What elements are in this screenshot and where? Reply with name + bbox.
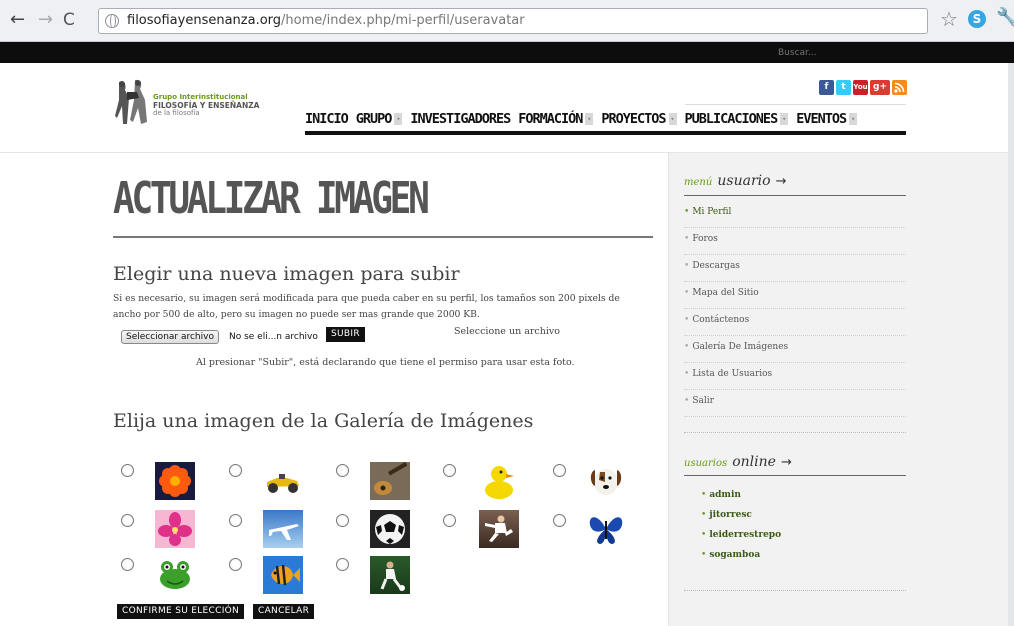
- pink-flower-image[interactable]: [155, 510, 195, 548]
- upload-heading: Elegir una nueva imagen para subir: [113, 263, 460, 285]
- rubber-duck-image[interactable]: [479, 462, 519, 500]
- upload-description: Si es necesario, su imagen será modifica…: [113, 293, 620, 320]
- gallery-radio-butterfly[interactable]: [553, 514, 566, 527]
- dog-image[interactable]: [586, 462, 626, 500]
- forward-arrow-icon[interactable]: →: [38, 9, 53, 31]
- site-topbar: [0, 42, 1014, 63]
- url-text: filosofiayensenanza.org/home/index.php/m…: [127, 13, 525, 28]
- twitter-icon[interactable]: t: [836, 80, 851, 95]
- rss-icon[interactable]: [892, 80, 907, 95]
- arrow-right-icon: →: [775, 174, 787, 189]
- search-input[interactable]: [772, 45, 1008, 60]
- back-arrow-icon[interactable]: ←: [10, 9, 25, 31]
- sidebar-item-mi-perfil[interactable]: • Mi Perfil: [684, 201, 906, 228]
- main-navigation: INICIO GRUPO ▾ INVESTIGADORES FORMACIÓN ▾ …: [305, 107, 906, 135]
- title-divider: [113, 236, 653, 238]
- sidebar-divider: [684, 195, 906, 196]
- nav-item-inicio[interactable]: INICIO: [305, 111, 349, 127]
- address-bar[interactable]: filosofiayensenanza.org/home/index.php/m…: [98, 8, 928, 34]
- arrow-right-icon: →: [781, 455, 792, 470]
- sidebar-divider: [684, 590, 906, 591]
- gallery-radio-rubber-duck[interactable]: [443, 464, 456, 477]
- online-user[interactable]: • admin: [701, 490, 741, 500]
- chevron-down-icon: ▾: [668, 113, 677, 125]
- gallery-radio-soccer-player[interactable]: [336, 558, 349, 571]
- scrollbar[interactable]: [1008, 63, 1014, 626]
- gallery-radio-dog[interactable]: [553, 464, 566, 477]
- guitar-image[interactable]: [370, 462, 410, 500]
- nav-item-proyectos[interactable]: PROYECTOS ▾: [601, 111, 677, 127]
- soccer-player-image[interactable]: [370, 556, 410, 594]
- fish-image[interactable]: [263, 556, 303, 594]
- gallery-radio-toy-car[interactable]: [229, 464, 242, 477]
- logo-figures-icon: [115, 79, 147, 124]
- youtube-icon[interactable]: You: [853, 80, 868, 95]
- site-logo[interactable]: Grupo Interinstitucional FILOSOFÍA Y ENS…: [113, 78, 273, 126]
- globe-icon: [105, 14, 119, 28]
- social-icons: f t You g+: [819, 80, 907, 96]
- sidebar-divider: [684, 475, 906, 476]
- nav-item-investigadores[interactable]: INVESTIGADORES: [410, 111, 511, 127]
- online-user[interactable]: • sogamboa: [701, 550, 760, 560]
- airplane-image[interactable]: [263, 510, 303, 548]
- butterfly-image[interactable]: [586, 510, 626, 548]
- gallery-radio-soccer-ball[interactable]: [336, 514, 349, 527]
- flower-image[interactable]: [155, 462, 195, 500]
- gallery-radio-flower[interactable]: [121, 464, 134, 477]
- nav-item-grupo[interactable]: GRUPO ▾: [356, 111, 403, 127]
- cancel-button[interactable]: CANCELAR: [253, 604, 315, 619]
- frog-image[interactable]: [155, 556, 195, 594]
- nav-item-publicaciones[interactable]: PUBLICACIONES ▾: [685, 111, 789, 127]
- gallery-radio-pink-flower[interactable]: [121, 514, 134, 527]
- choose-file-button[interactable]: Seleccionar archivo: [121, 330, 219, 344]
- sidebar-item-salir[interactable]: • Salir: [684, 390, 906, 417]
- nav-item-formacion[interactable]: FORMACIÓN ▾: [518, 111, 594, 127]
- selected-file-name: No se eli...n archivo: [229, 332, 318, 342]
- sidebar-item-mapa-del-sitio[interactable]: • Mapa del Sitio: [684, 282, 906, 309]
- skype-extension-icon[interactable]: S: [968, 10, 986, 28]
- sidebar-item-galeria[interactable]: • Galería De Imágenes: [684, 336, 906, 363]
- gallery-radio-frog[interactable]: [121, 558, 134, 571]
- permission-notice: Al presionar "Subir", está declarando qu…: [196, 357, 575, 368]
- sidebar-divider: [684, 432, 906, 433]
- gallery-radio-karate[interactable]: [443, 514, 456, 527]
- bookmark-star-icon[interactable]: ☆: [940, 7, 958, 31]
- chevron-down-icon: ▾: [585, 113, 594, 125]
- select-file-hint: Seleccione un archivo: [454, 326, 560, 337]
- karate-image[interactable]: [479, 510, 519, 548]
- gallery-radio-fish[interactable]: [229, 558, 242, 571]
- nav-item-eventos[interactable]: EVENTOS ▾: [796, 111, 858, 127]
- chevron-down-icon: ▾: [849, 113, 858, 125]
- sidebar-item-contactenos[interactable]: • Contáctenos: [684, 309, 906, 336]
- sidebar-item-descargas[interactable]: • Descargas: [684, 255, 906, 282]
- site-header: Grupo Interinstitucional FILOSOFÍA Y ENS…: [0, 63, 1014, 153]
- online-user[interactable]: • leiderrestrepo: [701, 530, 781, 540]
- facebook-icon[interactable]: f: [819, 80, 834, 95]
- upload-button[interactable]: SUBIR: [326, 327, 365, 342]
- sidebar: menú usuario → • Mi Perfil • Foros • Descar…: [668, 153, 1014, 626]
- logo-line-1: Grupo Interinstitucional: [153, 93, 248, 101]
- soccer-ball-image[interactable]: [370, 510, 410, 548]
- logo-line-3: de la filosofía: [153, 109, 200, 117]
- chevron-down-icon: ▾: [394, 113, 403, 125]
- gallery-radio-guitar[interactable]: [336, 464, 349, 477]
- sidebar-item-lista-usuarios[interactable]: • Lista de Usuarios: [684, 363, 906, 390]
- gallery-heading: Elija una imagen de la Galería de Imágen…: [113, 410, 534, 432]
- header-divider: [685, 104, 906, 105]
- toy-car-image[interactable]: [263, 462, 303, 500]
- sidebar-item-foros[interactable]: • Foros: [684, 228, 906, 255]
- confirm-selection-button[interactable]: CONFIRME SU ELECCIÓN: [117, 604, 245, 619]
- page-title: ACTUALIZAR IMAGEN: [113, 173, 430, 224]
- user-menu-heading: menú usuario →: [684, 173, 787, 189]
- wrench-icon[interactable]: 🔧: [996, 7, 1014, 28]
- google-plus-icon[interactable]: g+: [870, 80, 890, 95]
- online-user[interactable]: • jitorresc: [701, 510, 752, 520]
- online-users-heading: usuarios online →: [684, 454, 792, 470]
- reload-icon[interactable]: C: [63, 9, 75, 31]
- gallery-radio-airplane[interactable]: [229, 514, 242, 527]
- chevron-down-icon: ▾: [780, 113, 789, 125]
- browser-toolbar: ← → C filosofiayensenanza.org/home/index…: [0, 0, 1014, 42]
